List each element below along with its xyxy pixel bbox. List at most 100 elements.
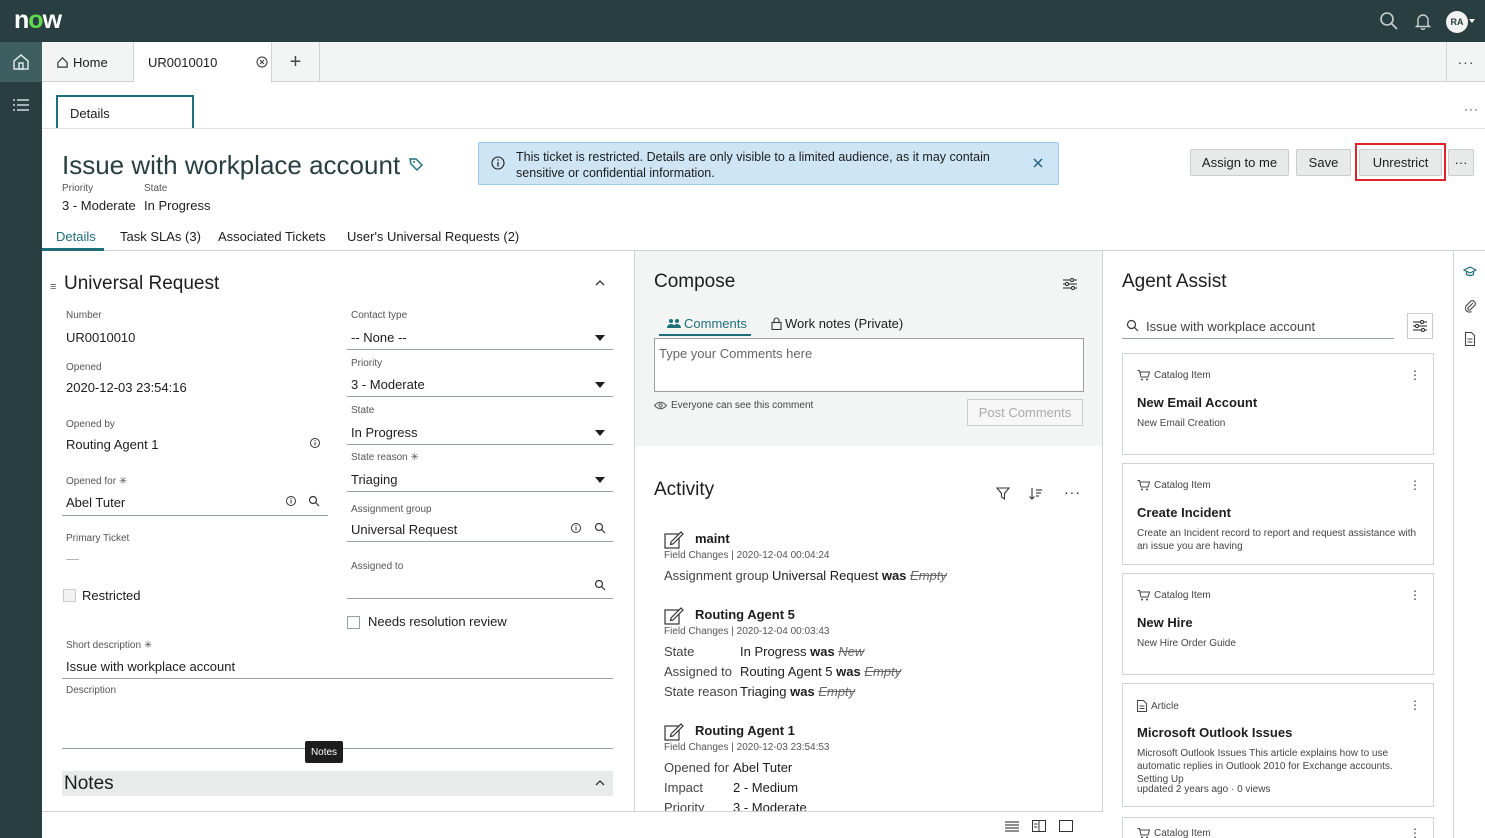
cart-icon — [1137, 828, 1150, 838]
settings-button[interactable] — [1407, 313, 1433, 339]
bell-icon[interactable] — [1412, 10, 1434, 32]
search-icon[interactable] — [594, 522, 606, 534]
tab-comments[interactable]: Comments — [667, 316, 747, 331]
chevron-up-icon[interactable] — [595, 278, 605, 288]
notes-tooltip: Notes — [305, 741, 343, 763]
state-label: State — [351, 405, 375, 416]
more-icon[interactable]: ⋮ — [1409, 826, 1421, 838]
assigned-to-field[interactable] — [347, 598, 613, 599]
tab-work-notes[interactable]: Work notes (Private) — [771, 316, 903, 331]
more-icon[interactable]: ⋮ — [1409, 368, 1421, 382]
tab-details[interactable]: Details — [56, 229, 96, 244]
info-icon[interactable] — [285, 495, 297, 507]
contact-type-select[interactable]: -- None -- — [351, 330, 407, 345]
details-view-chip[interactable]: Details — [56, 95, 194, 128]
short-description-field[interactable]: Issue with workplace account — [66, 659, 235, 674]
paperclip-icon[interactable] — [1463, 299, 1477, 313]
tab-record[interactable]: UR0010010 — [134, 42, 272, 83]
card-title[interactable]: Create Incident — [1137, 505, 1231, 520]
more-icon[interactable]: ··· — [1464, 102, 1479, 116]
more-actions-button[interactable]: ··· — [1448, 149, 1474, 176]
opened-for-field[interactable]: Abel Tuter — [66, 495, 125, 510]
assign-to-me-button[interactable]: Assign to me — [1190, 149, 1289, 176]
document-icon[interactable] — [1463, 332, 1477, 346]
edit-icon — [664, 531, 684, 549]
short-description-label: Short description ✳ — [66, 640, 153, 651]
comment-input[interactable]: Type your Comments here — [654, 338, 1084, 392]
home-icon[interactable] — [0, 42, 42, 82]
list-view-icon[interactable] — [1005, 820, 1019, 832]
search-icon[interactable] — [1378, 10, 1400, 32]
opened-by-value[interactable]: Routing Agent 1 — [66, 437, 159, 452]
state-reason-select[interactable]: Triaging — [351, 472, 397, 487]
chevron-down-icon[interactable] — [595, 335, 605, 341]
now-logo[interactable]: now — [14, 6, 62, 35]
more-icon[interactable]: ··· — [1064, 484, 1081, 500]
settings-icon[interactable] — [1063, 278, 1077, 290]
chevron-down-icon[interactable] — [595, 430, 605, 436]
tag-icon[interactable] — [408, 156, 424, 172]
left-rail — [0, 42, 42, 838]
info-icon[interactable] — [309, 437, 321, 449]
sort-icon[interactable] — [1029, 487, 1043, 500]
split-view-icon[interactable] — [1032, 820, 1046, 832]
visibility-text: Everyone can see this comment — [671, 400, 814, 411]
change-new: In Progress — [740, 644, 807, 659]
result-card[interactable]: Catalog Item ⋮ New Hire New Hire Order G… — [1122, 573, 1434, 675]
more-icon[interactable]: ⋮ — [1409, 478, 1421, 492]
compose-panel: Compose Comments Work notes (Private) Ty… — [634, 251, 1103, 811]
close-icon[interactable] — [1032, 157, 1044, 169]
needs-review-checkbox[interactable] — [347, 616, 360, 629]
restricted-checkbox[interactable] — [63, 589, 76, 602]
banner-text: This ticket is restricted. Details are o… — [516, 150, 990, 180]
drag-handle-icon[interactable]: ≡ — [50, 281, 56, 293]
graduation-cap-icon[interactable] — [1463, 265, 1477, 279]
change-value: Abel Tuter — [733, 760, 793, 775]
single-view-icon[interactable] — [1059, 820, 1073, 832]
active-tab-indicator — [659, 334, 751, 336]
change-new: Universal Request — [772, 568, 879, 583]
tab-users-universal-requests[interactable]: User's Universal Requests (2) — [347, 229, 519, 244]
notes-section-header[interactable]: Notes — [62, 771, 613, 796]
result-card[interactable]: Catalog Item ⋮ — [1122, 817, 1434, 838]
chevron-down-icon[interactable] — [1469, 19, 1475, 23]
add-tab-button[interactable]: + — [272, 42, 320, 82]
chevron-down-icon[interactable] — [595, 477, 605, 483]
activity-author: maint — [695, 531, 730, 546]
search-icon[interactable] — [308, 495, 320, 507]
tab-home[interactable]: Home — [42, 42, 134, 82]
chevron-up-icon[interactable] — [595, 778, 605, 788]
result-card[interactable]: Catalog Item ⋮ Create Incident Create an… — [1122, 463, 1434, 565]
card-type: Catalog Item — [1137, 480, 1211, 491]
card-title[interactable]: New Email Account — [1137, 395, 1257, 410]
result-card[interactable]: Catalog Item ⋮ New Email Account New Ema… — [1122, 353, 1434, 455]
list-icon[interactable] — [10, 94, 32, 116]
change-value: Universal Request was Empty — [772, 568, 947, 583]
cart-icon — [1137, 370, 1150, 381]
priority-select[interactable]: 3 - Moderate — [351, 377, 425, 392]
result-card[interactable]: Article ⋮ Microsoft Outlook Issues Micro… — [1122, 683, 1434, 807]
close-icon[interactable] — [256, 56, 268, 68]
card-title[interactable]: New Hire — [1137, 615, 1193, 630]
more-icon[interactable]: ⋮ — [1409, 588, 1421, 602]
change-label: Assigned to — [664, 664, 732, 679]
post-comments-button[interactable]: Post Comments — [967, 399, 1083, 426]
card-title[interactable]: Microsoft Outlook Issues — [1137, 725, 1292, 740]
save-button[interactable]: Save — [1296, 149, 1351, 176]
filter-icon[interactable] — [996, 487, 1010, 500]
card-footer: updated 2 years ago · 0 views — [1137, 784, 1271, 795]
avatar[interactable]: RA — [1446, 11, 1468, 33]
info-icon[interactable] — [570, 522, 582, 534]
tab-associated-tickets[interactable]: Associated Tickets — [218, 229, 326, 244]
search-icon[interactable] — [594, 579, 606, 591]
card-description: New Email Creation — [1137, 418, 1226, 429]
more-icon[interactable]: ⋮ — [1409, 698, 1421, 712]
agent-assist-search[interactable]: Issue with workplace account — [1122, 313, 1394, 339]
chevron-down-icon[interactable] — [595, 382, 605, 388]
settings-icon — [1413, 320, 1427, 332]
change-was: was — [810, 644, 835, 659]
more-icon[interactable]: ··· — [1446, 42, 1485, 82]
state-select[interactable]: In Progress — [351, 425, 417, 440]
tab-task-slas[interactable]: Task SLAs (3) — [120, 229, 201, 244]
assignment-group-field[interactable]: Universal Request — [351, 522, 457, 537]
